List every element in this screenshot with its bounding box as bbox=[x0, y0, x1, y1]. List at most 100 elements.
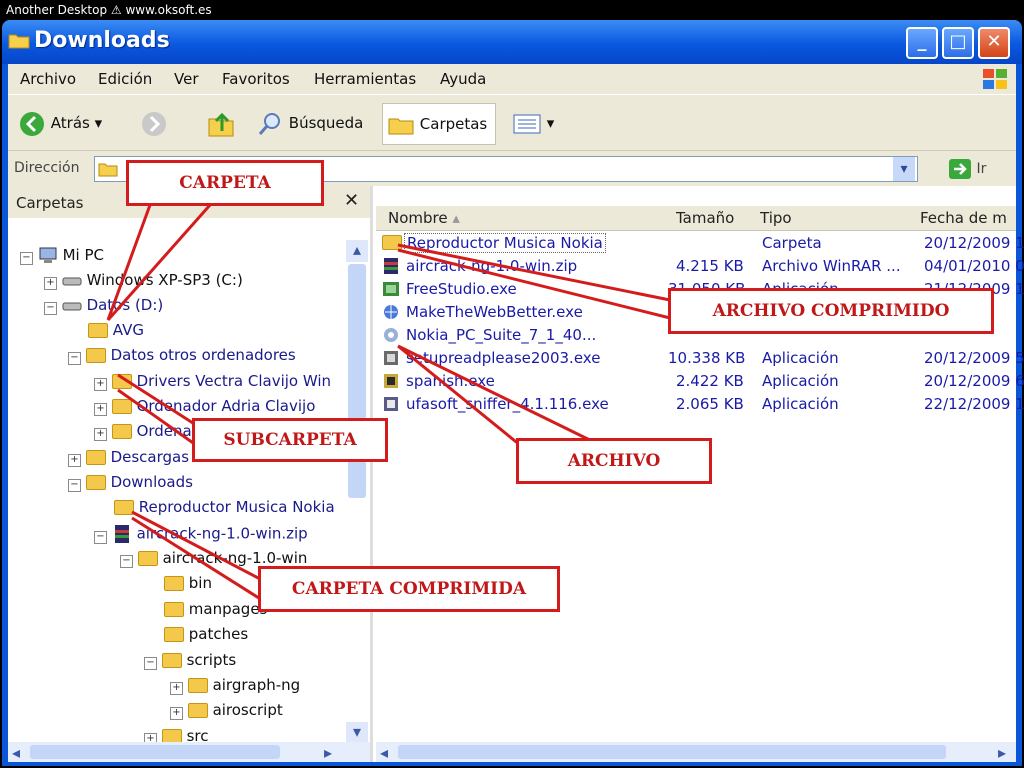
scroll-right-icon[interactable]: ▸ bbox=[324, 743, 332, 762]
go-button[interactable]: Ir bbox=[948, 157, 986, 181]
tree-item-drivers-vectra[interactable]: + Drivers Vectra Clavijo Win bbox=[94, 372, 331, 391]
expand-icon[interactable]: + bbox=[94, 378, 107, 391]
tree-scroll-up-icon[interactable]: ▴ bbox=[346, 240, 368, 262]
go-label: Ir bbox=[976, 161, 987, 177]
menu-ver[interactable]: Ver bbox=[174, 70, 199, 88]
list-hscroll-thumb[interactable] bbox=[398, 745, 946, 759]
tree-item-aircrack-zip[interactable]: − aircrack-ng-1.0-win.zip bbox=[94, 524, 308, 544]
tree-item-bin[interactable]: bin bbox=[164, 574, 212, 592]
expand-icon[interactable]: + bbox=[68, 454, 81, 467]
expand-icon[interactable]: + bbox=[44, 277, 57, 290]
menu-edicion[interactable]: Edición bbox=[98, 70, 152, 88]
forward-button[interactable] bbox=[140, 109, 180, 137]
file-row[interactable]: setupreadplease2003.exe 10.338 KB Aplica… bbox=[382, 347, 1024, 369]
tree-label: aircrack-ng-1.0-win.zip bbox=[136, 524, 308, 543]
collapse-icon[interactable]: − bbox=[144, 657, 157, 670]
collapse-icon[interactable]: − bbox=[20, 252, 33, 265]
remote-desktop-bar: Another Desktop ⚠ www.oksoft.es bbox=[0, 0, 1024, 20]
folder-pane-close-icon[interactable]: ✕ bbox=[344, 190, 359, 211]
tree-scrollbar[interactable]: ▴ ▾ bbox=[346, 240, 368, 744]
close-button[interactable]: ✕ bbox=[978, 27, 1010, 59]
tree-scroll-thumb[interactable] bbox=[348, 264, 366, 498]
address-folder-icon bbox=[98, 163, 118, 177]
tree-item-manpages[interactable]: manpages bbox=[164, 600, 267, 618]
tree-item-mi-pc[interactable]: − Mi PC bbox=[20, 246, 104, 265]
menu-favoritos[interactable]: Favoritos bbox=[222, 70, 290, 88]
column-name[interactable]: Nombre ▴ bbox=[388, 209, 460, 227]
tree-item-airgraph[interactable]: + airgraph-ng bbox=[170, 676, 300, 695]
tree-label: Downloads bbox=[110, 473, 193, 491]
tree-hscroll-thumb[interactable] bbox=[30, 745, 280, 759]
collapse-icon[interactable]: − bbox=[68, 352, 81, 365]
file-name: ufasoft_sniffer_4.1.116.exe bbox=[406, 395, 609, 413]
collapse-icon[interactable]: − bbox=[120, 555, 133, 568]
tree-label: patches bbox=[188, 625, 249, 643]
tree-item-descargas[interactable]: + Descargas bbox=[68, 448, 189, 467]
tree-item-ordenador-adria[interactable]: + Ordenador Adria Clavijo bbox=[94, 397, 315, 416]
tree-item-drive-c[interactable]: + Windows XP-SP3 (C:) bbox=[44, 271, 243, 290]
tree-scroll-down-icon[interactable]: ▾ bbox=[346, 722, 368, 744]
tree-item-reproductor[interactable]: Reproductor Musica Nokia bbox=[114, 498, 335, 516]
title-bar[interactable]: Downloads _ □ ✕ bbox=[2, 20, 1022, 64]
file-name: Nokia_PC_Suite_7_1_40... bbox=[406, 326, 597, 344]
tree-label: Windows XP-SP3 (C:) bbox=[86, 271, 243, 289]
file-type: Carpeta bbox=[762, 234, 822, 252]
file-date: 20/12/2009 1 bbox=[924, 234, 1024, 252]
file-row[interactable]: Reproductor Musica Nokia Carpeta 20/12/2… bbox=[382, 232, 1024, 254]
tree-item-airoscript[interactable]: + airoscript bbox=[170, 701, 283, 720]
scroll-right-icon[interactable]: ▸ bbox=[998, 743, 1006, 762]
address-dropdown-icon[interactable]: ▾ bbox=[893, 157, 915, 181]
scroll-left-icon[interactable]: ◂ bbox=[380, 743, 388, 762]
back-dropdown-icon: ▾ bbox=[94, 114, 103, 132]
tree-item-drive-d[interactable]: − Datos (D:) bbox=[44, 296, 163, 315]
scroll-left-icon[interactable]: ◂ bbox=[12, 743, 20, 762]
tree-label: airgraph-ng bbox=[212, 676, 301, 694]
up-folder-button[interactable] bbox=[206, 109, 240, 137]
search-button[interactable]: Búsqueda bbox=[256, 109, 376, 137]
tree-item-datos-otros[interactable]: − Datos otros ordenadores bbox=[68, 346, 296, 365]
minimize-button[interactable]: _ bbox=[906, 27, 938, 59]
collapse-icon[interactable]: − bbox=[44, 302, 57, 315]
file-row[interactable]: spanish.exe 2.422 KB Aplicación 20/12/20… bbox=[382, 370, 1024, 392]
tree-item-scripts[interactable]: − scripts bbox=[144, 651, 236, 670]
collapse-icon[interactable]: − bbox=[94, 530, 107, 544]
folder-icon bbox=[137, 551, 158, 566]
file-date: 20/12/2009 5 bbox=[924, 349, 1024, 367]
file-name: setupreadplease2003.exe bbox=[406, 349, 601, 367]
folder-icon bbox=[88, 323, 108, 338]
tree-item-avg[interactable]: AVG bbox=[88, 321, 144, 339]
drive-icon bbox=[62, 277, 82, 285]
callout-subcarpeta: SUBCARPETA bbox=[192, 418, 388, 462]
installer-icon bbox=[384, 351, 398, 365]
list-hscrollbar[interactable]: ◂ ▸ bbox=[376, 742, 1016, 762]
callout-carpeta: CARPETA bbox=[126, 160, 324, 206]
file-row[interactable]: ufasoft_sniffer_4.1.116.exe 2.065 KB Apl… bbox=[382, 393, 1024, 415]
menu-herramientas[interactable]: Herramientas bbox=[314, 70, 416, 88]
maximize-button[interactable]: □ bbox=[942, 27, 974, 59]
tree-hscrollbar[interactable]: ◂ ▸ bbox=[8, 742, 370, 762]
installer-icon bbox=[384, 397, 398, 411]
tree-label: Ordenador Adria Clavijo bbox=[136, 397, 316, 415]
folders-button[interactable]: Carpetas bbox=[382, 103, 496, 145]
tree-item-patches[interactable]: patches bbox=[164, 625, 248, 643]
expand-icon[interactable]: + bbox=[94, 403, 107, 416]
back-arrow-icon bbox=[20, 111, 44, 136]
column-type[interactable]: Tipo bbox=[760, 209, 792, 227]
tree-item-downloads[interactable]: − Downloads bbox=[68, 473, 193, 492]
close-icon: ✕ bbox=[986, 31, 1002, 52]
tree-label: manpages bbox=[188, 600, 268, 618]
folder-icon bbox=[111, 399, 132, 414]
expand-icon[interactable]: + bbox=[170, 682, 183, 695]
column-date[interactable]: Fecha de m bbox=[920, 209, 1007, 227]
file-row[interactable]: aircrack-ng-1.0-win.zip 4.215 KB Archivo… bbox=[382, 255, 1024, 277]
menu-ayuda[interactable]: Ayuda bbox=[440, 70, 486, 88]
file-name: MakeTheWebBetter.exe bbox=[406, 303, 583, 321]
views-button[interactable]: ▾ bbox=[512, 109, 558, 137]
column-name-label: Nombre bbox=[388, 209, 448, 227]
collapse-icon[interactable]: − bbox=[68, 479, 81, 492]
menu-archivo[interactable]: Archivo bbox=[20, 70, 76, 88]
column-size[interactable]: Tamaño bbox=[676, 209, 734, 227]
back-button[interactable]: Atrás ▾ bbox=[18, 109, 128, 137]
expand-icon[interactable]: + bbox=[94, 428, 107, 441]
expand-icon[interactable]: + bbox=[170, 707, 183, 720]
